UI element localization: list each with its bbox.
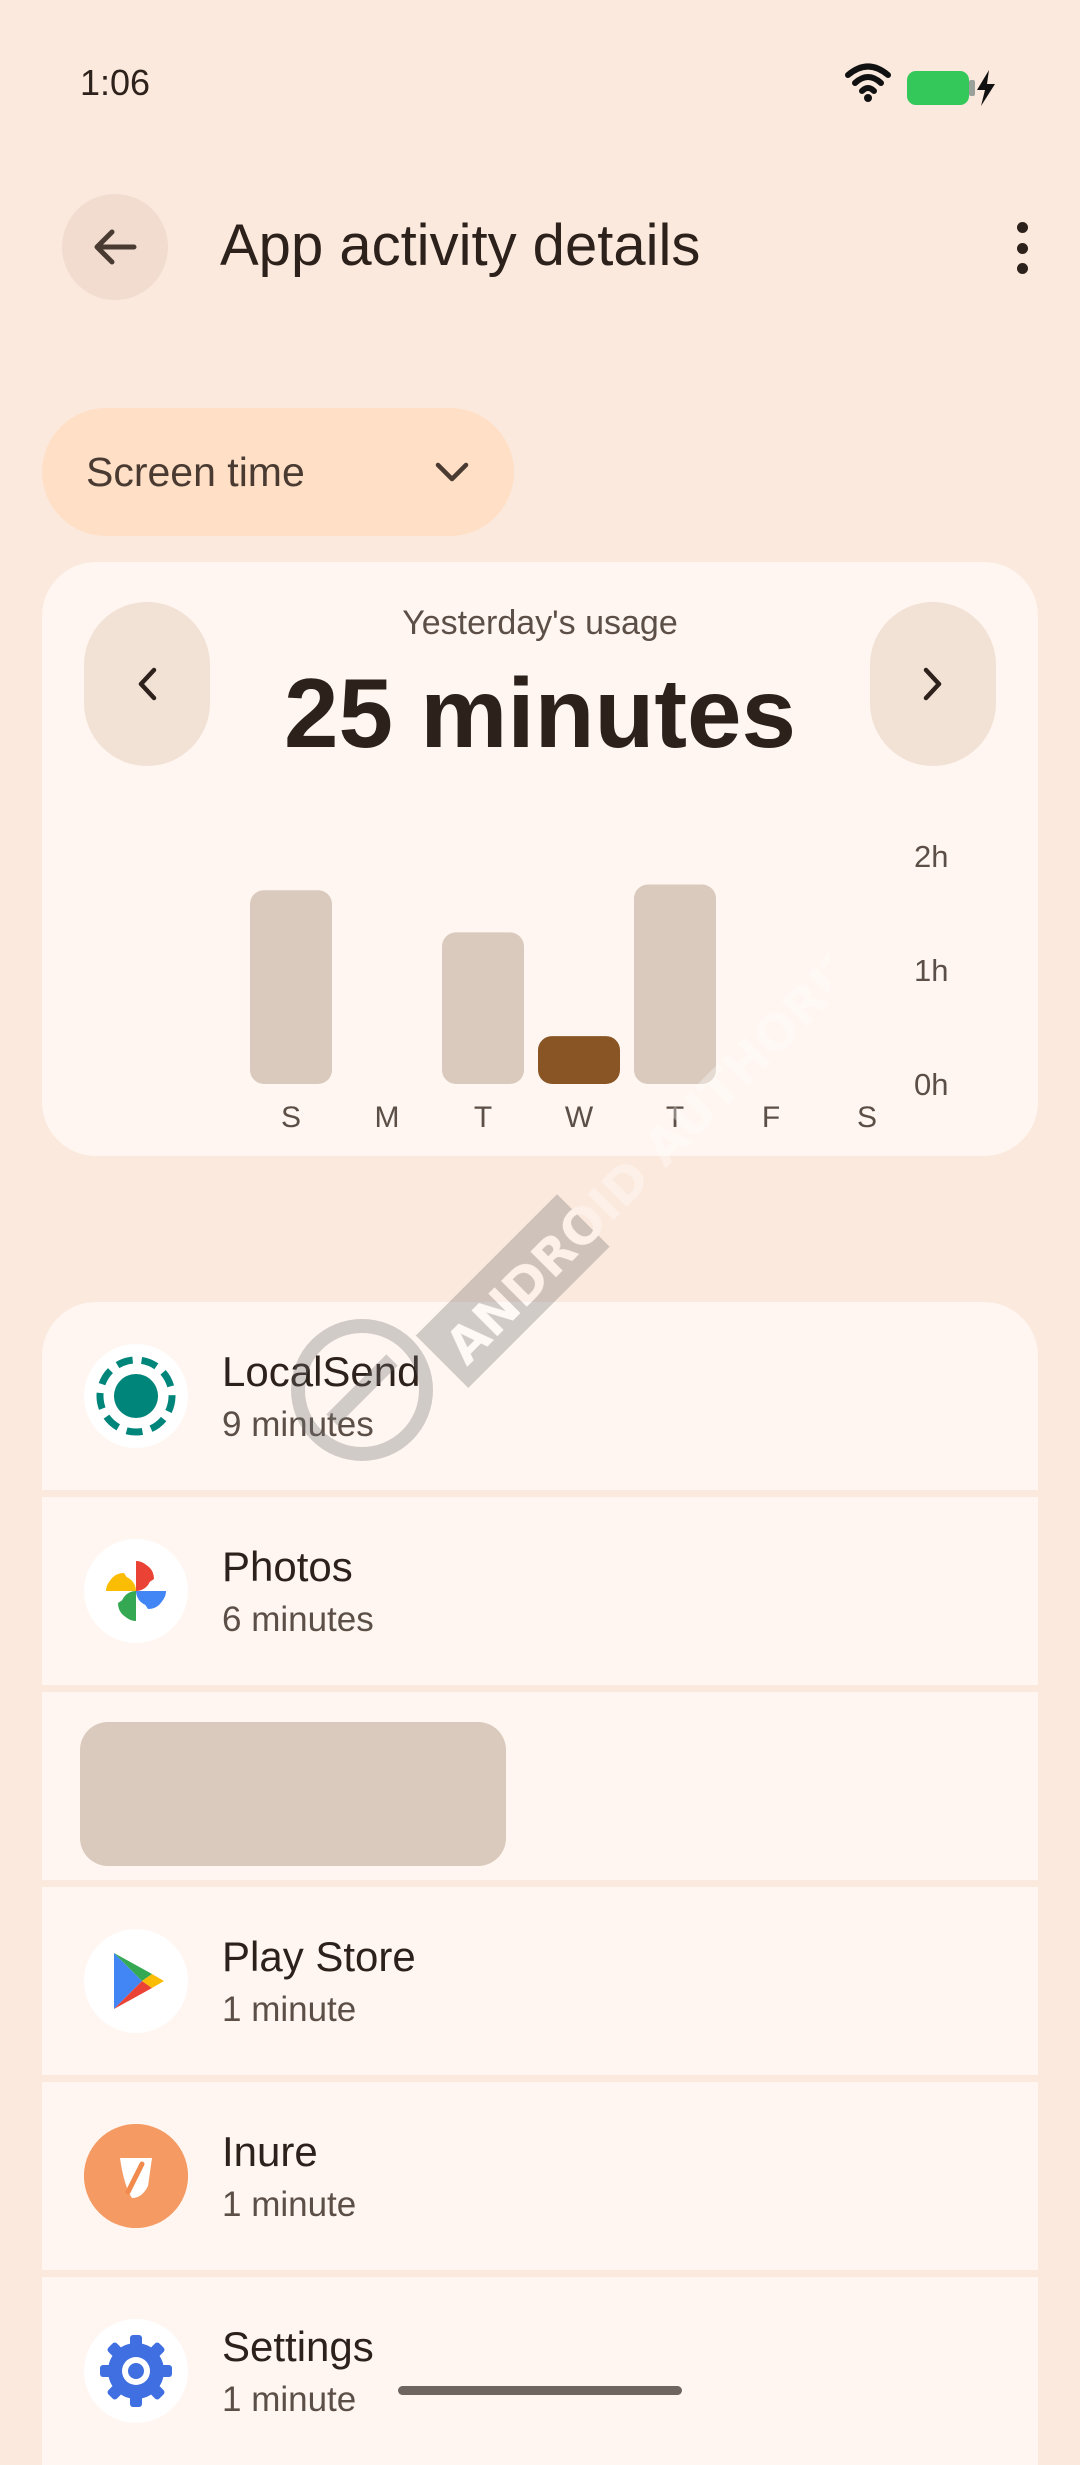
- app-row-inure[interactable]: Inure 1 minute: [42, 2082, 1038, 2270]
- back-button[interactable]: [62, 194, 168, 300]
- chevron-down-icon: [435, 462, 469, 482]
- chart-bar[interactable]: [634, 884, 716, 1085]
- chevron-right-icon: [923, 667, 942, 701]
- app-row-localsend[interactable]: LocalSend 9 minutes: [42, 1302, 1038, 1490]
- usage-summary-card: S M T W T F S 2h 1h 0h Yesterday's usage 25 minut…: [42, 562, 1038, 1156]
- photos-icon: [84, 1539, 188, 1643]
- app-name: LocalSend: [222, 1348, 421, 1395]
- app-usage-time: 1 minute: [222, 2185, 357, 2224]
- app-row-settings[interactable]: Settings 1 minute: [42, 2277, 1038, 2465]
- localsend-icon: [84, 1344, 188, 1448]
- metric-dropdown-label: Screen time: [86, 448, 305, 495]
- next-day-button[interactable]: [870, 602, 996, 766]
- app-name: Play Store: [222, 1933, 416, 1980]
- arrow-back-icon: [94, 229, 137, 265]
- chart-x-tick-label: S: [857, 1101, 877, 1134]
- chart-bar[interactable]: [442, 932, 524, 1084]
- chart-x-tick-label: F: [762, 1101, 780, 1134]
- battery-icon: [907, 70, 995, 106]
- app-name: Inure: [222, 2128, 318, 2175]
- app-usage-time: 1 minute: [222, 1990, 357, 2029]
- more-options-button[interactable]: [1000, 218, 1044, 278]
- page-title: App activity details: [220, 213, 701, 278]
- app-usage-time: 6 minutes: [222, 1600, 374, 1639]
- chart-x-tick-label: T: [666, 1101, 684, 1134]
- app-name: Settings: [222, 2323, 374, 2370]
- app-row-hidden[interactable]: [42, 1692, 1038, 1880]
- chart-y-tick-label: 0h: [914, 1067, 948, 1102]
- chart-x-tick-label: M: [375, 1101, 400, 1134]
- app-row-photos[interactable]: Photos 6 minutes: [42, 1497, 1038, 1685]
- chart-x-tick-label: W: [565, 1101, 594, 1134]
- redacted-placeholder: [80, 1722, 506, 1866]
- chart-y-tick-label: 2h: [914, 839, 948, 874]
- settings-icon: [84, 2319, 188, 2423]
- home-indicator[interactable]: [398, 2386, 682, 2395]
- chart-y-tick-label: 1h: [914, 953, 948, 988]
- status-time: 1:06: [80, 62, 151, 103]
- app-usage-time: 1 minute: [222, 2380, 357, 2419]
- inure-icon: [84, 2124, 188, 2228]
- play-store-icon: [84, 1929, 188, 2033]
- chart-x-tick-label: T: [474, 1101, 492, 1134]
- metric-dropdown[interactable]: Screen time: [42, 408, 514, 536]
- chart-bar[interactable]: [538, 1036, 620, 1084]
- app-name: Photos: [222, 1543, 353, 1590]
- chart-bar[interactable]: [250, 890, 332, 1084]
- more-vert-icon: [1016, 222, 1028, 233]
- app-row-play-store[interactable]: Play Store 1 minute: [42, 1887, 1038, 2075]
- chart-x-tick-label: S: [281, 1101, 301, 1134]
- app-usage-time: 9 minutes: [222, 1405, 374, 1444]
- wifi-icon: [845, 63, 891, 102]
